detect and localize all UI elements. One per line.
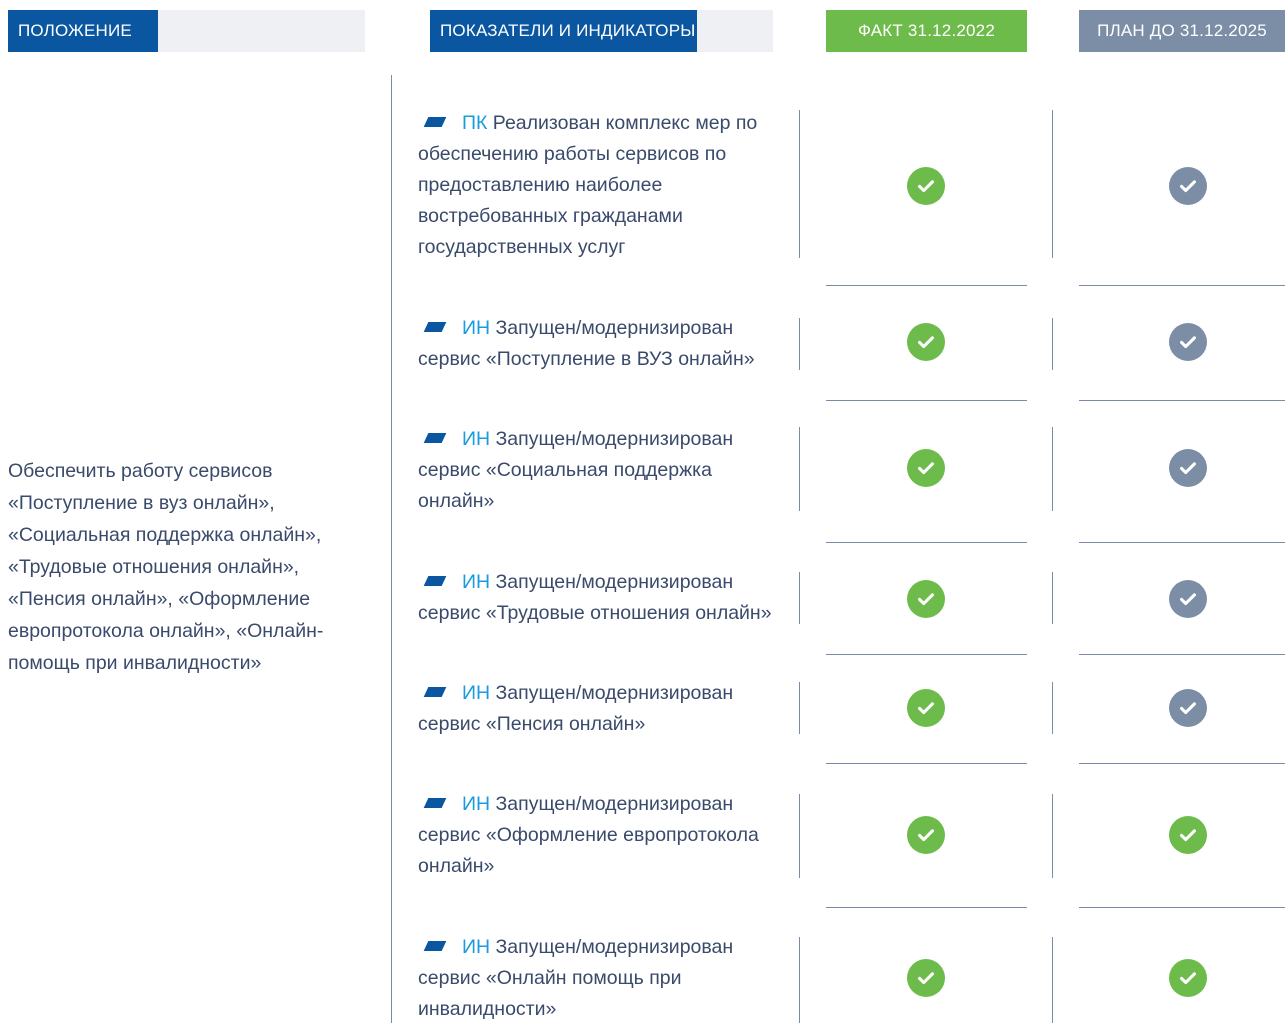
plan-check-circle-icon: [1169, 580, 1207, 618]
header-position-fill: [158, 10, 365, 52]
indicator-text: ПК Реализован комплекс мер по обеспечени…: [418, 108, 788, 263]
header-indicators-label: ПОКАЗАТЕЛИ И ИНДИКАТОРЫ: [430, 10, 697, 52]
parallelogram-marker-icon: [423, 798, 447, 808]
position-divider: [391, 75, 392, 1023]
indicator-text: ИН Запущен/модернизирован сервис «Оформл…: [418, 789, 788, 882]
indicator-code: ИН: [462, 936, 491, 958]
plan-check-circle-icon: [1169, 816, 1207, 854]
fact-row-separator: [826, 907, 1027, 908]
fact-column-divider: [799, 682, 800, 734]
fact-row-separator: [826, 654, 1027, 655]
header-fact: ФАКТ 31.12.2022: [826, 10, 1027, 52]
indicator-code: ИН: [462, 428, 491, 450]
plan-column-divider: [1052, 794, 1053, 878]
plan-row-separator: [1079, 654, 1285, 655]
plan-check-circle-icon: [1169, 689, 1207, 727]
parallelogram-marker-icon: [423, 433, 447, 443]
fact-row-separator: [826, 542, 1027, 543]
parallelogram-marker-icon: [423, 576, 447, 586]
indicator-text: ИН Запущен/модернизирован сервис «Пенсия…: [418, 678, 788, 740]
plan-column-divider: [1052, 318, 1053, 370]
plan-check-circle-icon: [1169, 167, 1207, 205]
header-plan: ПЛАН ДО 31.12.2025: [1079, 10, 1285, 52]
plan-check-circle-icon: [1169, 323, 1207, 361]
plan-column-divider: [1052, 937, 1053, 1023]
indicator-code: ИН: [462, 571, 491, 593]
plan-column-divider: [1052, 572, 1053, 624]
plan-row-separator: [1079, 763, 1285, 764]
indicator-text: ИН Запущен/модернизирован сервис «Трудов…: [418, 567, 788, 629]
fact-check-circle-icon: [907, 816, 945, 854]
plan-row-separator: [1079, 285, 1285, 286]
fact-column-divider: [799, 794, 800, 878]
indicator-text: ИН Запущен/модернизирован сервис «Поступ…: [418, 313, 788, 375]
plan-column-divider: [1052, 110, 1053, 258]
plan-row-separator: [1079, 400, 1285, 401]
fact-row-separator: [826, 400, 1027, 401]
header-fact-label: ФАКТ 31.12.2022: [858, 21, 995, 40]
parallelogram-marker-icon: [423, 941, 447, 951]
fact-column-divider: [799, 427, 800, 511]
plan-column-divider: [1052, 427, 1053, 511]
plan-column-divider: [1052, 682, 1053, 734]
parallelogram-marker-icon: [423, 687, 447, 697]
indicator-code: ИН: [462, 793, 491, 815]
fact-check-circle-icon: [907, 580, 945, 618]
plan-check-circle-icon: [1169, 449, 1207, 487]
fact-row-separator: [826, 285, 1027, 286]
header-indicators: ПОКАЗАТЕЛИ И ИНДИКАТОРЫ: [430, 10, 773, 52]
indicator-text: ИН Запущен/модернизирован сервис «Социал…: [418, 424, 788, 517]
fact-column-divider: [799, 318, 800, 370]
position-text: Обеспечить работу сервисов «Поступление …: [8, 460, 324, 674]
fact-row-separator: [826, 763, 1027, 764]
header-indicators-fill: [697, 10, 773, 52]
header-plan-label: ПЛАН ДО 31.12.2025: [1097, 21, 1267, 40]
header-position-label: ПОЛОЖЕНИЕ: [8, 10, 158, 52]
plan-check-circle-icon: [1169, 959, 1207, 997]
fact-column-divider: [799, 572, 800, 624]
indicator-code: ИН: [462, 682, 491, 704]
plan-row-separator: [1079, 907, 1285, 908]
fact-column-divider: [799, 110, 800, 258]
fact-check-circle-icon: [907, 959, 945, 997]
fact-check-circle-icon: [907, 167, 945, 205]
indicator-text: ИН Запущен/модернизирован сервис «Онлайн…: [418, 932, 788, 1025]
parallelogram-marker-icon: [423, 322, 447, 332]
fact-column-divider: [799, 937, 800, 1023]
fact-check-circle-icon: [907, 689, 945, 727]
indicator-code: ПК: [462, 112, 488, 134]
fact-check-circle-icon: [907, 449, 945, 487]
fact-check-circle-icon: [907, 323, 945, 361]
indicator-code: ИН: [462, 317, 491, 339]
plan-row-separator: [1079, 542, 1285, 543]
parallelogram-marker-icon: [423, 117, 447, 127]
header-position: ПОЛОЖЕНИЕ: [8, 10, 365, 52]
